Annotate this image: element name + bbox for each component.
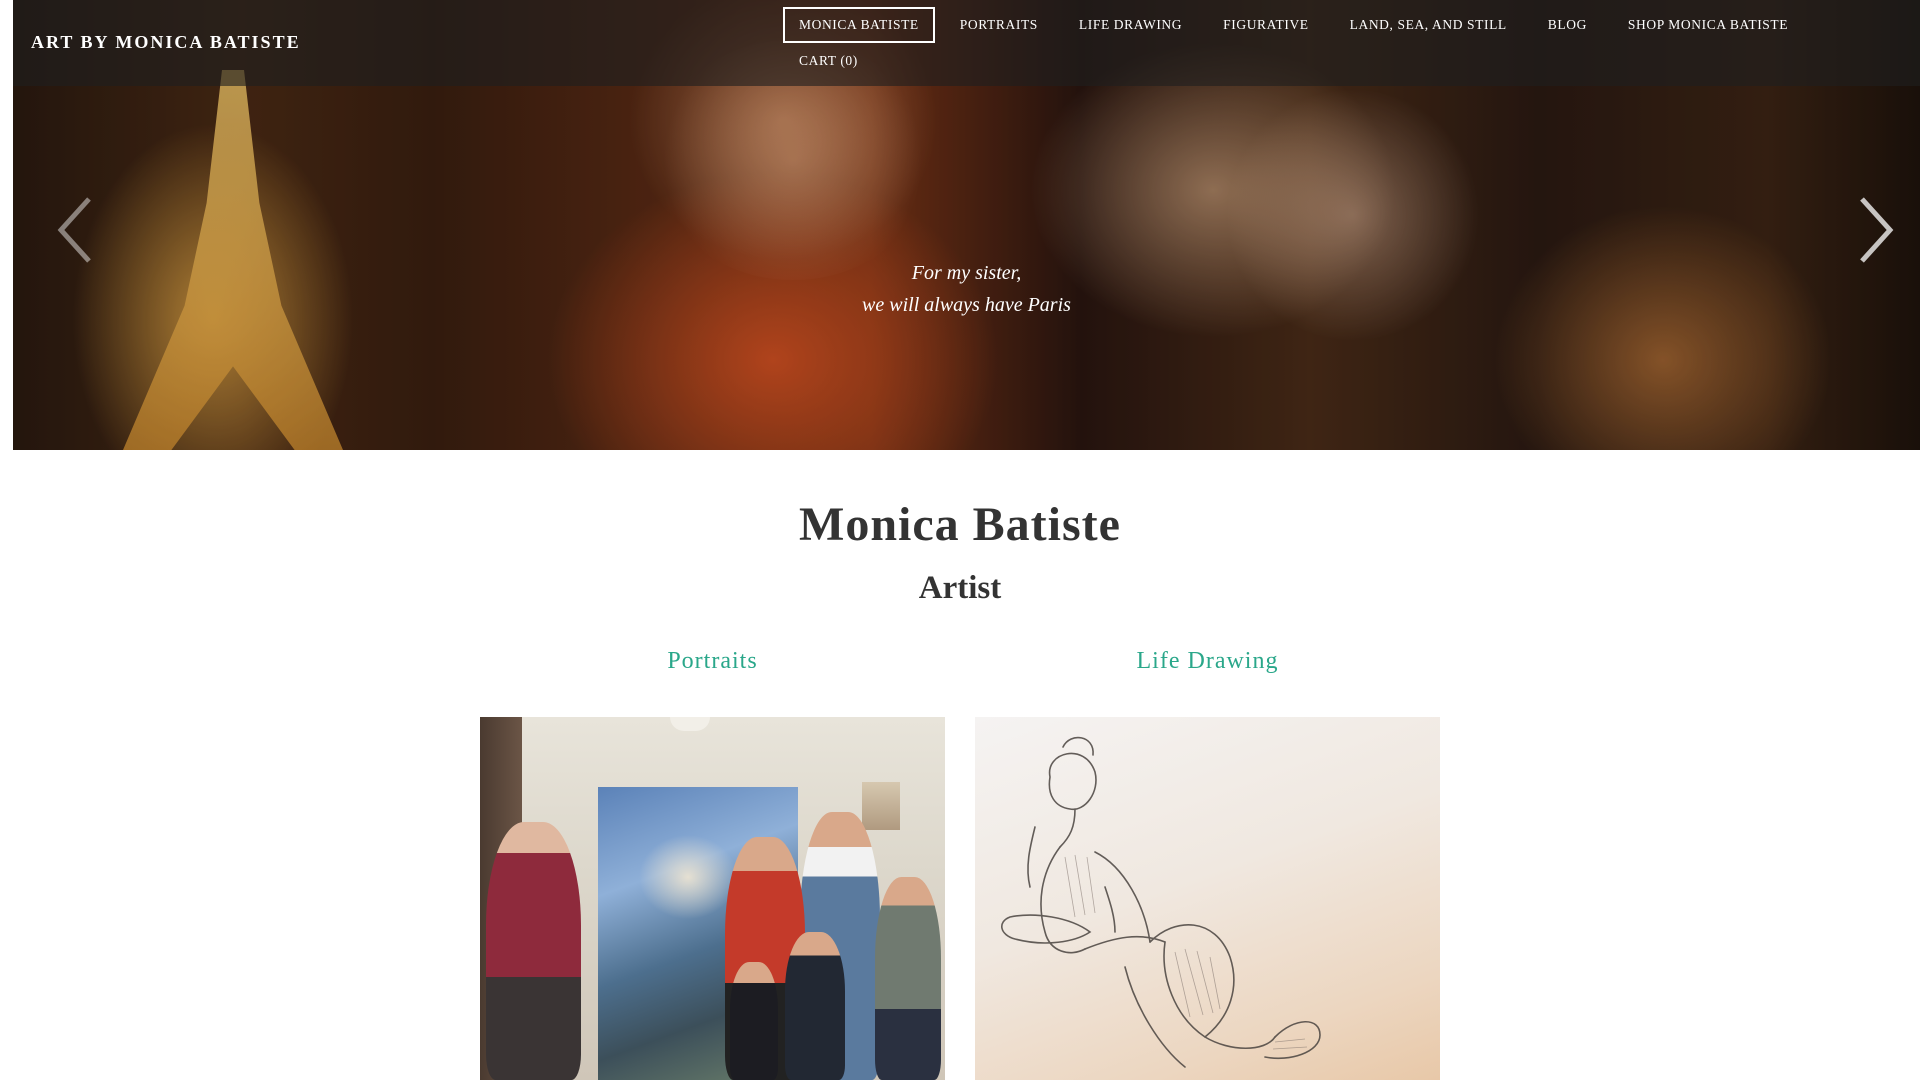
nav-item-cart[interactable]: CART (0) [783,43,874,79]
site-title-link[interactable]: ART BY MONICA BATISTE [31,32,301,53]
main-nav: MONICA BATISTE PORTRAITS LIFE DRAWING FI… [783,7,1893,79]
artist-role-subheading: Artist [918,570,1002,606]
nav-item-land-sea-still[interactable]: LAND, SEA, AND STILL [1334,7,1523,43]
nav-item-figurative[interactable]: FIGURATIVE [1207,7,1325,43]
life-drawing-link[interactable]: Life Drawing [975,648,1440,675]
hero-caption: For my sister, we will always have Paris [13,257,1920,321]
slideshow-prev-button[interactable] [55,195,95,265]
hero-caption-line1: For my sister, [911,262,1022,284]
chevron-left-icon [57,197,91,263]
slideshow-next-button[interactable] [1856,195,1896,265]
artist-name-heading: Monica Batiste [799,498,1121,551]
figure-sketch-drawing [1001,736,1321,1068]
portraits-thumbnail-image[interactable] [480,717,945,1080]
nav-item-monica-batiste[interactable]: MONICA BATISTE [783,7,935,43]
portraits-link[interactable]: Portraits [480,648,945,675]
nav-item-life-drawing[interactable]: LIFE DRAWING [1063,7,1198,43]
site-header: ART BY MONICA BATISTE MONICA BATISTE POR… [13,0,1920,86]
chevron-right-icon [1860,197,1894,263]
nav-item-blog[interactable]: BLOG [1532,7,1603,43]
hero-caption-line2: we will always have Paris [862,294,1071,316]
life-drawing-thumbnail-image[interactable] [975,717,1440,1080]
nav-item-shop[interactable]: SHOP MONICA BATISTE [1612,7,1804,43]
nav-item-portraits[interactable]: PORTRAITS [944,7,1054,43]
